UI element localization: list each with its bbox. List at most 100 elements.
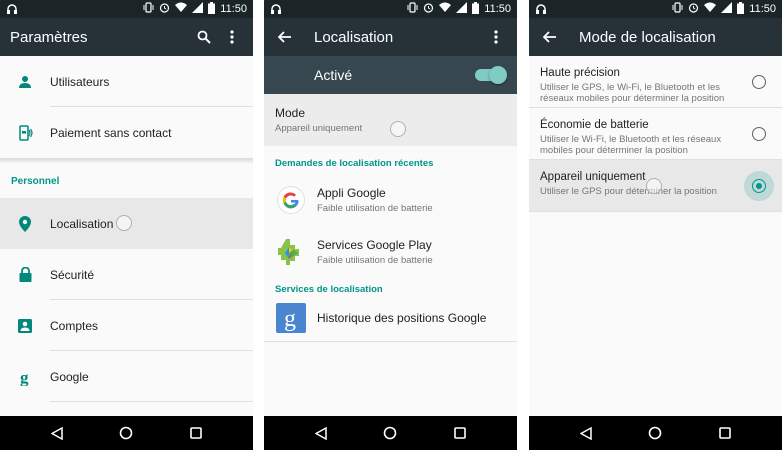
app-name: Appli Google (317, 186, 386, 200)
settings-item-accounts[interactable]: Comptes (0, 300, 253, 351)
account-box-icon (0, 318, 50, 333)
app-battery-usage: Faible utilisation de batterie (317, 255, 433, 266)
headphones-icon (270, 2, 284, 16)
settings-item-label: Localisation (50, 216, 114, 231)
phone-screen-location: 11:50 Localisation Activé Mode Appareil … (264, 0, 517, 450)
alarm-icon (688, 2, 699, 16)
vibrate-icon (672, 2, 683, 16)
mode-option-battery-saving[interactable]: Économie de batterie Utiliser le Wi-Fi, … (529, 108, 782, 160)
overflow-menu-icon[interactable] (221, 26, 243, 48)
status-bar: 11:50 (529, 0, 782, 18)
phone-screen-location-mode: 11:50 Mode de localisation Haute précisi… (529, 0, 782, 450)
settings-item-location[interactable]: Localisation (0, 198, 253, 249)
google-g-icon: g (0, 368, 50, 386)
nfc-payment-icon (0, 124, 50, 141)
back-nav-icon[interactable] (310, 422, 332, 444)
headphones-icon (535, 2, 549, 16)
back-nav-icon[interactable] (575, 422, 597, 444)
list-divider (264, 341, 517, 342)
google-logo-icon (264, 186, 317, 214)
vibrate-icon (407, 2, 418, 16)
clock-time: 11:50 (484, 3, 511, 15)
navigation-bar (264, 416, 517, 450)
phone-screen-settings: 11:50 Paramètres Utilisateurs Paiement s… (0, 0, 253, 450)
svg-text:g: g (284, 306, 296, 332)
battery-icon (208, 1, 216, 17)
settings-item-security[interactable]: Sécurité (0, 249, 253, 300)
mode-option-high-accuracy[interactable]: Haute précision Utiliser le GPS, le Wi-F… (529, 56, 782, 108)
home-nav-icon[interactable] (115, 422, 137, 444)
search-icon[interactable] (193, 26, 215, 48)
settings-item-label: Paiement sans contact (50, 125, 172, 140)
home-nav-icon[interactable] (644, 422, 666, 444)
alarm-icon (159, 2, 170, 16)
option-title: Haute précision (540, 67, 620, 79)
radio-button-selected[interactable] (752, 179, 766, 193)
navigation-bar (0, 416, 253, 450)
person-icon (0, 75, 50, 89)
recents-nav-icon[interactable] (185, 422, 207, 444)
location-pin-icon (0, 215, 50, 232)
page-title: Paramètres (10, 28, 88, 46)
battery-icon (472, 1, 480, 17)
settings-item-label: Sécurité (50, 267, 95, 282)
home-nav-icon[interactable] (379, 422, 401, 444)
option-description: Utiliser le Wi-Fi, le Bluetooth et les r… (540, 134, 722, 156)
option-description: Utiliser le GPS, le Wi-Fi, le Bluetooth … (540, 82, 725, 104)
mode-option-device-only[interactable]: Appareil uniquement Utiliser le GPS pour… (529, 160, 782, 212)
vibrate-icon (143, 2, 154, 16)
touch-indicator (116, 215, 132, 231)
app-bar: Mode de localisation (529, 18, 782, 56)
app-battery-usage: Faible utilisation de batterie (317, 203, 433, 214)
app-bar: Localisation (264, 18, 517, 56)
settings-item-label: Utilisateurs (50, 74, 110, 89)
clock-time: 11:50 (220, 3, 247, 15)
radio-button[interactable] (752, 75, 766, 89)
touch-indicator (646, 178, 662, 194)
option-description: Utiliser le GPS pour déterminer la posit… (540, 186, 717, 197)
section-header: Personnel (11, 175, 60, 187)
radio-button[interactable] (752, 127, 766, 141)
status-bar: 11:50 (264, 0, 517, 18)
back-nav-icon[interactable] (46, 422, 68, 444)
option-title: Économie de batterie (540, 119, 649, 131)
recent-app-item[interactable]: Appli Google Faible utilisation de batte… (264, 174, 517, 226)
lock-icon (0, 267, 50, 282)
wifi-icon (175, 2, 188, 16)
wifi-icon (704, 2, 717, 16)
settings-item-nfc-payment[interactable]: Paiement sans contact (0, 107, 253, 158)
settings-item-label: Comptes (50, 318, 99, 333)
app-bar: Paramètres (0, 18, 253, 56)
service-name: Historique des positions Google (317, 311, 487, 325)
option-title: Appareil uniquement (540, 171, 646, 183)
settings-item-label: Google (50, 369, 89, 384)
wifi-icon (439, 2, 452, 16)
recents-nav-icon[interactable] (449, 422, 471, 444)
clock-time: 11:50 (749, 3, 776, 15)
settings-item-users[interactable]: Utilisateurs (0, 56, 253, 107)
svg-text:g: g (20, 368, 29, 386)
page-title: Localisation (314, 28, 394, 46)
back-arrow-icon[interactable] (274, 26, 296, 48)
overflow-menu-icon[interactable] (485, 26, 507, 48)
signal-icon (456, 2, 468, 16)
battery-icon (737, 1, 745, 17)
google-g-tile-icon: g (264, 303, 317, 333)
location-history-item[interactable]: g Historique des positions Google (264, 300, 517, 336)
mode-title: Mode (275, 106, 306, 120)
location-mode-item[interactable]: Mode Appareil uniquement (264, 94, 517, 146)
play-services-icon (264, 237, 317, 267)
signal-icon (721, 2, 733, 16)
switch-label: Activé (314, 67, 353, 83)
recent-requests-header: Demandes de localisation récentes (275, 157, 434, 169)
recents-nav-icon[interactable] (714, 422, 736, 444)
alarm-icon (423, 2, 434, 16)
recent-app-item[interactable]: Services Google Play Faible utilisation … (264, 226, 517, 278)
headphones-icon (6, 2, 20, 16)
location-master-switch-bar[interactable]: Activé (264, 56, 517, 94)
settings-item-google[interactable]: g Google (0, 351, 253, 402)
location-toggle[interactable] (475, 66, 507, 84)
back-arrow-icon[interactable] (539, 26, 561, 48)
navigation-bar (529, 416, 782, 450)
signal-icon (192, 2, 204, 16)
